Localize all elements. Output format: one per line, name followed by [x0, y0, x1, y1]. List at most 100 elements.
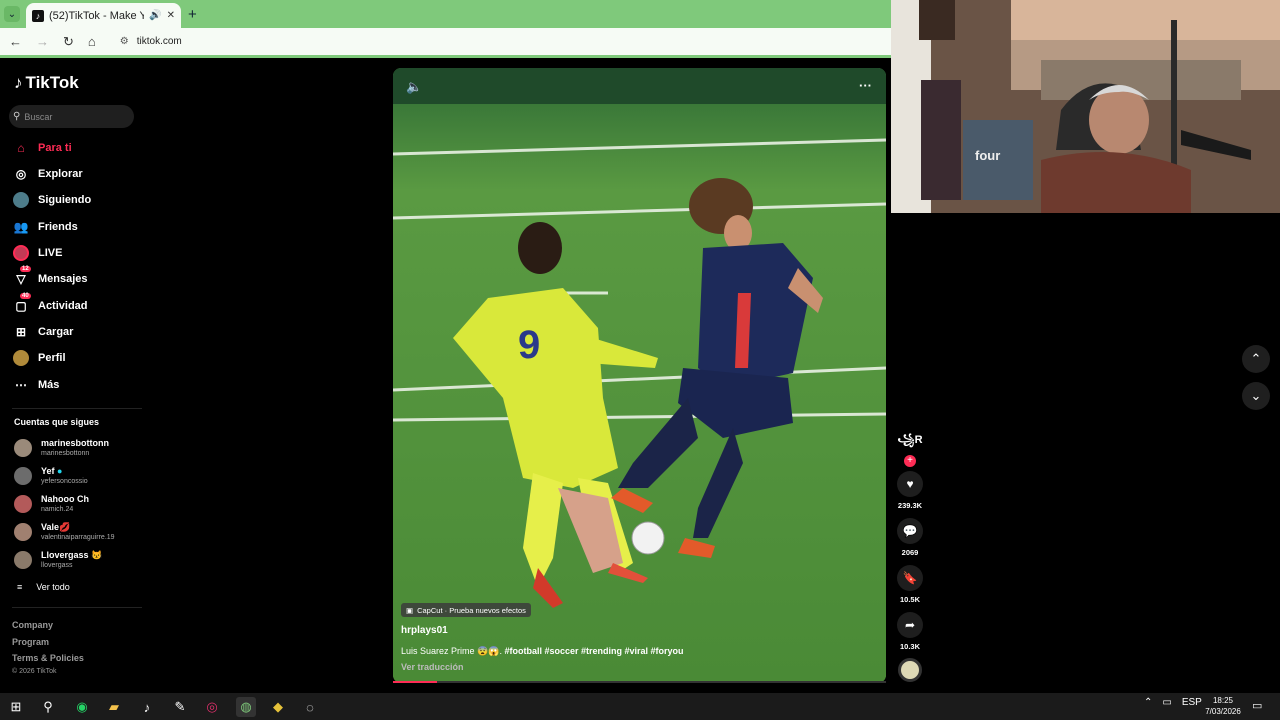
followed-account[interactable]: Nahooo Ch namich.24	[14, 494, 89, 514]
obs-icon[interactable]: ◌	[300, 697, 320, 717]
next-video-button[interactable]: ⌄	[1242, 382, 1270, 410]
nav-label: Perfil	[38, 352, 66, 364]
previous-video-button[interactable]: ⌃	[1242, 345, 1270, 373]
followed-account[interactable]: marinesbottonn marinesbottonn	[14, 438, 109, 458]
nav-para-ti[interactable]: ⌂ Para ti	[13, 140, 71, 156]
nav-perfil[interactable]: Perfil	[13, 350, 66, 366]
effect-text: CapCut · Prueba nuevos efectos	[417, 605, 526, 615]
instagram-icon[interactable]: ◎	[202, 697, 222, 717]
app-folder-icon[interactable]: ◆	[268, 697, 288, 717]
nav-mas[interactable]: ⋯ Más	[13, 377, 59, 393]
nav-explorar[interactable]: ◎ Explorar	[13, 166, 83, 182]
account-handle: valentinaiparraguirre.19	[41, 534, 115, 541]
account-name: marinesbottonn	[41, 438, 110, 448]
search-taskbar-icon[interactable]: ⚲	[38, 697, 58, 717]
video-player[interactable]: 9	[393, 68, 886, 683]
follow-plus-button[interactable]: +	[904, 455, 916, 467]
save-action[interactable]: 🔖 10.5K	[897, 565, 923, 604]
account-handle: yefersoncossio	[41, 478, 88, 485]
nav-label: Más	[38, 379, 60, 391]
nav-cargar[interactable]: ⊞ Cargar	[13, 324, 74, 340]
browser-tab[interactable]: ♪ (52)TikTok - Make Your Day 🔊 ✕	[26, 3, 181, 28]
site-settings-icon[interactable]: ⚙	[120, 36, 129, 47]
network-icon[interactable]: ▭	[1162, 697, 1171, 708]
close-tab-icon[interactable]: ✕	[167, 10, 175, 21]
share-action[interactable]: ➦ 10.3K	[897, 612, 923, 651]
nav-friends[interactable]: 👥 Friends	[13, 219, 78, 235]
comment-count: 2069	[901, 548, 919, 557]
effect-label[interactable]: ▣ CapCut · Prueba nuevos efectos	[401, 603, 531, 617]
brand-name: TikTok	[25, 73, 79, 92]
followed-account[interactable]: Llovergass 😾 llovergass	[14, 550, 102, 570]
nav-live[interactable]: LIVE	[13, 245, 62, 261]
home-button-icon[interactable]: ⌂	[88, 34, 96, 49]
tab-search-button[interactable]: ⌄	[4, 6, 20, 22]
search-placeholder: Buscar	[24, 111, 53, 122]
translate-link[interactable]: Ver traducción	[401, 662, 464, 672]
inbox-icon: ▢ 40	[15, 293, 31, 313]
heart-icon[interactable]: ♥	[897, 471, 923, 497]
language-indicator[interactable]: ESP	[1182, 697, 1202, 708]
bookmark-icon[interactable]: 🔖	[897, 565, 923, 591]
video-progress-bar[interactable]	[393, 681, 886, 683]
url-text: tiktok.com	[136, 36, 182, 47]
footer-link-terms[interactable]: Terms & Policies	[12, 653, 84, 663]
file-explorer-icon[interactable]: ▰	[104, 697, 124, 717]
tiktok-app-icon[interactable]: ♪	[137, 697, 157, 717]
back-icon[interactable]: ←	[9, 34, 22, 49]
tiktok-logo[interactable]: ♪ TikTok	[14, 73, 79, 93]
followed-account[interactable]: Yef ● yefersoncossio	[14, 466, 88, 486]
notification-icon[interactable]: ▭	[1252, 699, 1262, 712]
footer-link-company[interactable]: Company	[12, 620, 53, 630]
nav-label: LIVE	[38, 247, 63, 259]
whatsapp-icon[interactable]: ◉	[72, 697, 92, 717]
comment-icon[interactable]: 💬	[897, 518, 923, 544]
reload-icon[interactable]: ↻	[63, 34, 74, 50]
nav-actividad[interactable]: ▢ 40 Actividad	[13, 293, 88, 314]
clock[interactable]: 18:25 7/03/2026	[1200, 695, 1246, 717]
verified-icon: ●	[57, 466, 63, 476]
clock-time: 18:25	[1212, 696, 1234, 705]
nav-mensajes[interactable]: ▽ 12 Mensajes	[13, 266, 88, 287]
account-emoji: 💋	[59, 522, 71, 532]
start-windows-icon[interactable]: ⊞	[6, 697, 26, 717]
like-action[interactable]: ♥ 239.3K	[897, 471, 923, 510]
hashtags[interactable]: #football #soccer #trending #viral #fory…	[504, 646, 683, 656]
comment-action[interactable]: 💬 2069	[897, 518, 923, 557]
system-tray: ⌃ ▭ ESP	[1144, 697, 1202, 708]
account-emoji: 😾	[91, 550, 103, 560]
avatar	[14, 551, 32, 569]
compass-icon: ◎	[15, 167, 27, 181]
music-disc-icon[interactable]	[898, 658, 922, 682]
chrome-icon[interactable]: ◍	[236, 697, 256, 717]
volume-icon[interactable]: 🔈	[406, 79, 422, 95]
tab-title: (52)TikTok - Make Your Day	[49, 9, 145, 22]
video-more-icon[interactable]: ···	[859, 78, 872, 93]
video-author[interactable]: hrplays01	[401, 625, 448, 636]
avatar	[14, 467, 32, 485]
see-all-label: Ver todo	[36, 582, 70, 592]
see-all-link[interactable]: ≡ Ver todo	[17, 582, 70, 592]
address-bar[interactable]: ⚙ tiktok.com	[114, 32, 874, 52]
followed-account[interactable]: Vale💋 valentinaiparraguirre.19	[14, 522, 115, 542]
account-handle: marinesbottonn	[41, 450, 90, 457]
nav-siguiendo[interactable]: Siguiendo	[13, 192, 91, 208]
nav-label: Cargar	[38, 326, 74, 338]
new-tab-button[interactable]: +	[188, 6, 197, 23]
copyright: © 2026 TikTok	[12, 668, 57, 675]
list-icon: ≡	[17, 582, 23, 592]
webcam-frame: four	[891, 0, 1280, 213]
search-input[interactable]: ⚲ Buscar	[9, 105, 134, 128]
footer-link-program[interactable]: Program	[12, 637, 49, 647]
forward-icon[interactable]: →	[36, 34, 49, 49]
chevron-up-icon[interactable]: ⌃	[1144, 697, 1152, 708]
creator-avatar[interactable]: ꧁R +	[897, 432, 923, 468]
share-icon[interactable]: ➦	[897, 612, 923, 638]
app-feather-icon[interactable]: ✎	[170, 697, 190, 717]
caption-text: Luis Suarez Prime 😨😱.	[401, 646, 502, 656]
live-icon	[13, 245, 29, 261]
avatar	[14, 439, 32, 457]
video-caption: Luis Suarez Prime 😨😱. #football #soccer …	[401, 646, 684, 657]
nav-label: Explorar	[38, 168, 83, 180]
speaker-icon[interactable]: 🔊	[149, 10, 161, 21]
